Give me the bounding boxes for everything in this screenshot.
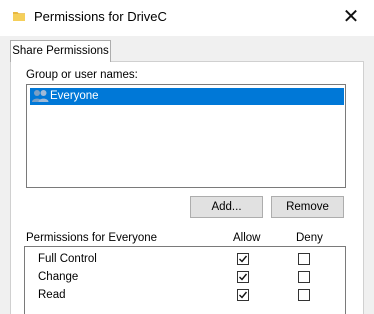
read-allow-checkbox[interactable]: [237, 289, 249, 301]
permission-name: Read: [38, 289, 66, 301]
read-deny-checkbox[interactable]: [298, 289, 310, 301]
remove-button[interactable]: Remove: [271, 196, 344, 218]
full-control-deny-checkbox[interactable]: [298, 253, 310, 265]
check-icon: [239, 273, 248, 281]
folder-icon: [13, 10, 25, 22]
tab-share-permissions[interactable]: Share Permissions: [10, 40, 111, 62]
list-item-everyone[interactable]: Everyone: [30, 88, 344, 105]
close-button[interactable]: ✕: [336, 2, 366, 32]
group-names-label: Group or user names:: [26, 69, 138, 81]
list-item-label: Everyone: [50, 90, 99, 102]
permission-name: Full Control: [38, 253, 97, 265]
tab-label: Share Permissions: [12, 45, 109, 57]
users-group-icon: [32, 89, 50, 103]
window-title: Permissions for DriveC: [34, 9, 167, 24]
permission-name: Change: [38, 271, 79, 283]
check-icon: [239, 255, 248, 263]
close-icon: ✕: [342, 6, 360, 28]
permissions-header: Permissions for Everyone: [26, 232, 158, 244]
deny-column-header: Deny: [296, 232, 323, 244]
change-allow-checkbox[interactable]: [237, 271, 249, 283]
check-icon: [239, 291, 248, 299]
add-button[interactable]: Add...: [190, 196, 263, 218]
allow-column-header: Allow: [233, 232, 261, 244]
full-control-allow-checkbox[interactable]: [237, 253, 249, 265]
change-deny-checkbox[interactable]: [298, 271, 310, 283]
